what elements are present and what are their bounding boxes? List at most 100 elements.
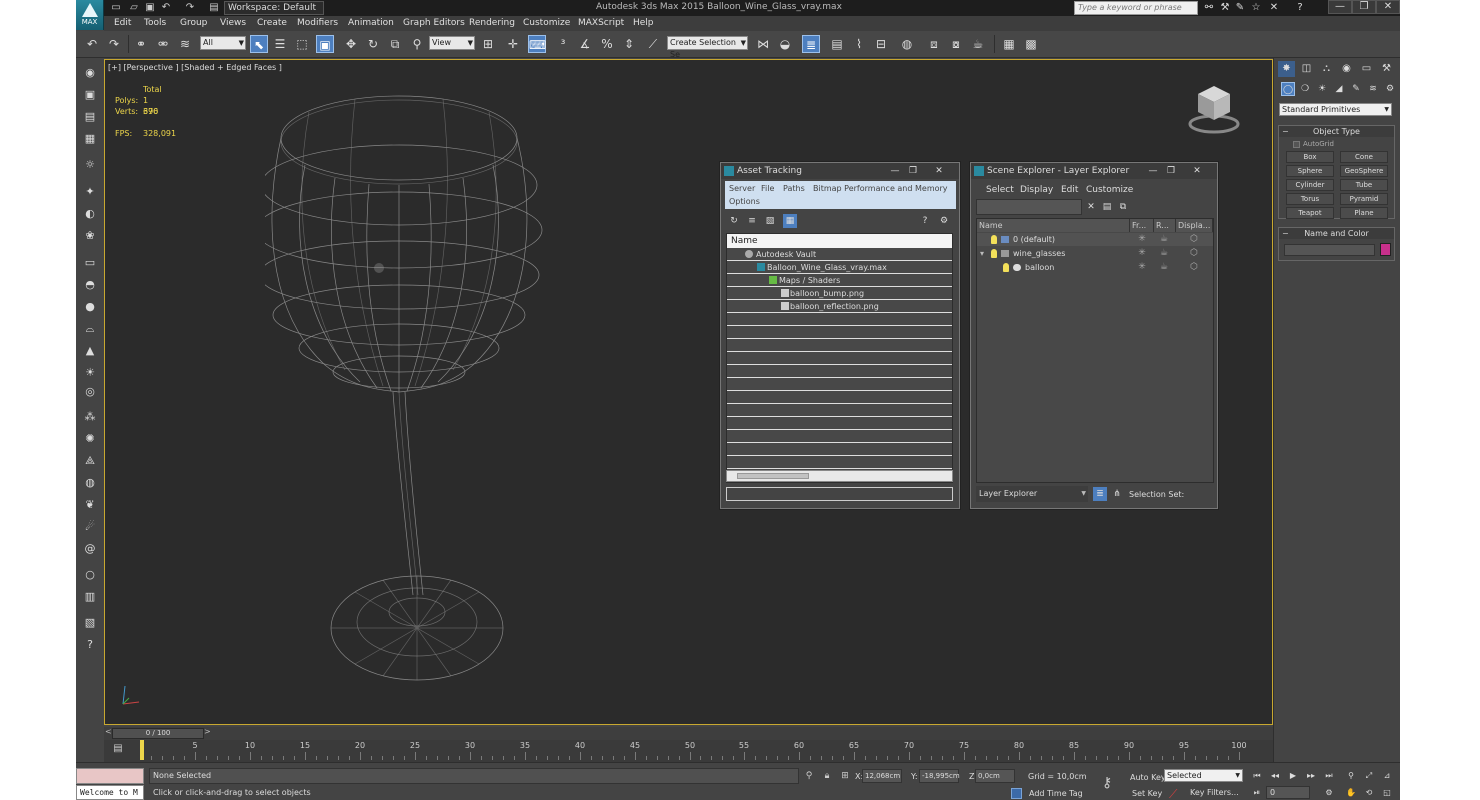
- frame-scale[interactable]: 5 10 15 20 25 30 35 40 45 50 55 60 65 70 75 80 85 90 95 100: [140, 740, 1247, 762]
- plane-button[interactable]: Plane: [1340, 207, 1388, 219]
- freeze-icon[interactable]: ✳: [1136, 247, 1148, 260]
- box-button[interactable]: Box: [1286, 151, 1334, 163]
- fur-icon[interactable]: ❦: [81, 496, 99, 513]
- key-mode-toggle-icon[interactable]: ⏯: [1250, 786, 1264, 799]
- key-filters-button[interactable]: Key Filters...: [1190, 788, 1239, 797]
- graphite-icon[interactable]: ✦: [81, 183, 99, 200]
- script-icon[interactable]: ▧: [81, 614, 99, 631]
- redo-icon[interactable]: ↷: [105, 35, 123, 53]
- asset-menu-file[interactable]: File: [761, 184, 774, 193]
- workspace-dropdown[interactable]: Workspace: Default: [224, 1, 324, 15]
- motion-tab-icon[interactable]: ◉: [1338, 61, 1355, 77]
- asset-tracking-title[interactable]: Asset Tracking: [721, 163, 959, 179]
- scene-column-frozen[interactable]: Fr...: [1130, 219, 1154, 232]
- y-coordinate-field[interactable]: -18,995cm: [919, 769, 960, 783]
- scene-explorer-window[interactable]: Scene Explorer - Layer Explorer — ❐ ✕ Se…: [970, 162, 1218, 509]
- current-frame-marker[interactable]: [140, 740, 144, 760]
- scene-minimize-button[interactable]: —: [1145, 164, 1161, 178]
- save-file-icon[interactable]: ▣: [144, 2, 156, 14]
- table-row[interactable]: balloon_reflection.png: [727, 300, 952, 313]
- expand-arrow-icon[interactable]: ▾: [980, 247, 984, 260]
- menu-animation[interactable]: Animation: [348, 18, 394, 28]
- scene-search-field[interactable]: [976, 199, 1082, 215]
- spinner-snap-icon[interactable]: ⇕: [620, 35, 638, 53]
- scene-column-display[interactable]: Displa...: [1176, 219, 1213, 232]
- menu-rendering[interactable]: Rendering: [469, 18, 515, 28]
- window-crossing-icon[interactable]: ▣: [316, 35, 334, 53]
- disc-icon[interactable]: ◎: [81, 383, 99, 400]
- asset-tracking-window[interactable]: Asset Tracking — ❐ ✕ Server File Paths B…: [720, 162, 960, 509]
- redo-quick-icon[interactable]: ↷: [184, 2, 196, 14]
- layer-row[interactable]: ▾ wine_glasses ✳ ☕ ⬡: [977, 247, 1213, 260]
- rendered-frame-window-icon[interactable]: ⧇: [947, 35, 965, 53]
- image-icon[interactable]: ▣: [81, 86, 99, 103]
- autogrid-checkbox[interactable]: [1293, 141, 1300, 148]
- scene-explorer-title[interactable]: Scene Explorer - Layer Explorer: [971, 163, 1217, 179]
- menu-views[interactable]: Views: [220, 18, 246, 28]
- torus-button[interactable]: Torus: [1286, 193, 1334, 205]
- undo-icon[interactable]: ↶: [83, 35, 101, 53]
- asset-minimize-button[interactable]: —: [887, 164, 903, 178]
- scene-maximize-button[interactable]: ❐: [1163, 164, 1179, 178]
- set-key-button[interactable]: Set Key: [1132, 789, 1162, 798]
- object-type-header[interactable]: Object Type: [1279, 126, 1394, 137]
- scene-menu-edit[interactable]: Edit: [1061, 185, 1078, 195]
- isolate-selection-icon[interactable]: ⚲: [804, 771, 814, 781]
- go-to-start-icon[interactable]: ⏮: [1250, 769, 1264, 782]
- scene-column-render[interactable]: R...: [1154, 219, 1176, 232]
- mesh-icon[interactable]: ⟁: [81, 452, 99, 469]
- question-icon[interactable]: ?: [81, 636, 99, 653]
- table-row[interactable]: Balloon_Wine_Glass_vray.max: [727, 261, 952, 274]
- lights-icon[interactable]: ☀: [1315, 82, 1329, 96]
- light-bulb-icon[interactable]: ☼: [81, 156, 99, 173]
- field-of-view-icon[interactable]: ⊿: [1380, 769, 1394, 782]
- display-box-icon[interactable]: ⬡: [1188, 261, 1200, 274]
- asset-column-name[interactable]: Name: [727, 234, 952, 248]
- menu-help[interactable]: Help: [633, 18, 654, 28]
- object-row[interactable]: balloon ✳ ☕ ⬡: [977, 261, 1213, 274]
- hemisphere-icon[interactable]: ◓: [81, 276, 99, 293]
- scene-menu-select[interactable]: Select: [986, 185, 1014, 195]
- scene-menu-customize[interactable]: Customize: [1086, 185, 1133, 195]
- shapes-icon[interactable]: ❍: [1298, 82, 1312, 96]
- selection-filter-dropdown[interactable]: All: [200, 36, 246, 50]
- next-frame-icon[interactable]: ▸▸: [1304, 769, 1318, 782]
- percent-snap-icon[interactable]: %: [598, 35, 616, 53]
- tube-button[interactable]: Tube: [1340, 179, 1388, 191]
- scene-menu-display[interactable]: Display: [1020, 185, 1053, 195]
- freeze-icon[interactable]: ✳: [1136, 233, 1148, 246]
- add-time-tag-button[interactable]: Add Time Tag: [1029, 789, 1083, 798]
- sun-icon[interactable]: ☀: [81, 364, 99, 381]
- menu-group[interactable]: Group: [180, 18, 207, 28]
- sphere-button[interactable]: Sphere: [1286, 165, 1334, 177]
- open-file-icon[interactable]: ▱: [128, 2, 140, 14]
- hierarchy-mode-icon[interactable]: ⋔: [1110, 487, 1124, 501]
- document-icon[interactable]: ▤: [81, 108, 99, 125]
- sphere-icon[interactable]: ●: [81, 298, 99, 315]
- menu-graph-editors[interactable]: Graph Editors: [403, 18, 465, 28]
- edit-named-selection-icon[interactable]: ⟋: [644, 35, 662, 53]
- toggle-layer-explorer-icon[interactable]: ▤: [828, 35, 846, 53]
- set-keys-icon[interactable]: ⚷: [1102, 775, 1112, 791]
- maxscript-listener-top[interactable]: [76, 768, 144, 784]
- asset-close-button[interactable]: ✕: [931, 164, 947, 178]
- x-coordinate-field[interactable]: 12,068cm: [862, 769, 902, 783]
- menu-edit[interactable]: Edit: [114, 18, 131, 28]
- close-window-button[interactable]: ✕: [1376, 0, 1400, 14]
- table-row[interactable]: Maps / Shaders: [727, 274, 952, 287]
- asset-menu-paths[interactable]: Paths: [783, 184, 805, 193]
- bind-to-space-warp-icon[interactable]: ≋: [176, 35, 194, 53]
- new-file-icon[interactable]: ▭: [110, 2, 122, 14]
- asset-maximize-button[interactable]: ❐: [905, 164, 921, 178]
- named-selection-dropdown[interactable]: Create Selection Se: [667, 36, 748, 59]
- layer-visibility-icon[interactable]: [991, 249, 997, 258]
- current-frame-field[interactable]: 0: [1266, 786, 1310, 799]
- object-color-swatch[interactable]: [1380, 243, 1391, 256]
- asset-menu-options[interactable]: Options: [729, 197, 760, 206]
- render-teapot-icon[interactable]: ☕: [1158, 247, 1170, 260]
- time-slider-thumb[interactable]: 0 / 100: [112, 728, 204, 739]
- maximize-window-button[interactable]: ❐: [1352, 0, 1376, 14]
- menu-customize[interactable]: Customize: [523, 18, 570, 28]
- selection-lock-icon[interactable]: 🔒︎: [822, 771, 832, 781]
- create-tab-icon[interactable]: ✸: [1278, 61, 1295, 77]
